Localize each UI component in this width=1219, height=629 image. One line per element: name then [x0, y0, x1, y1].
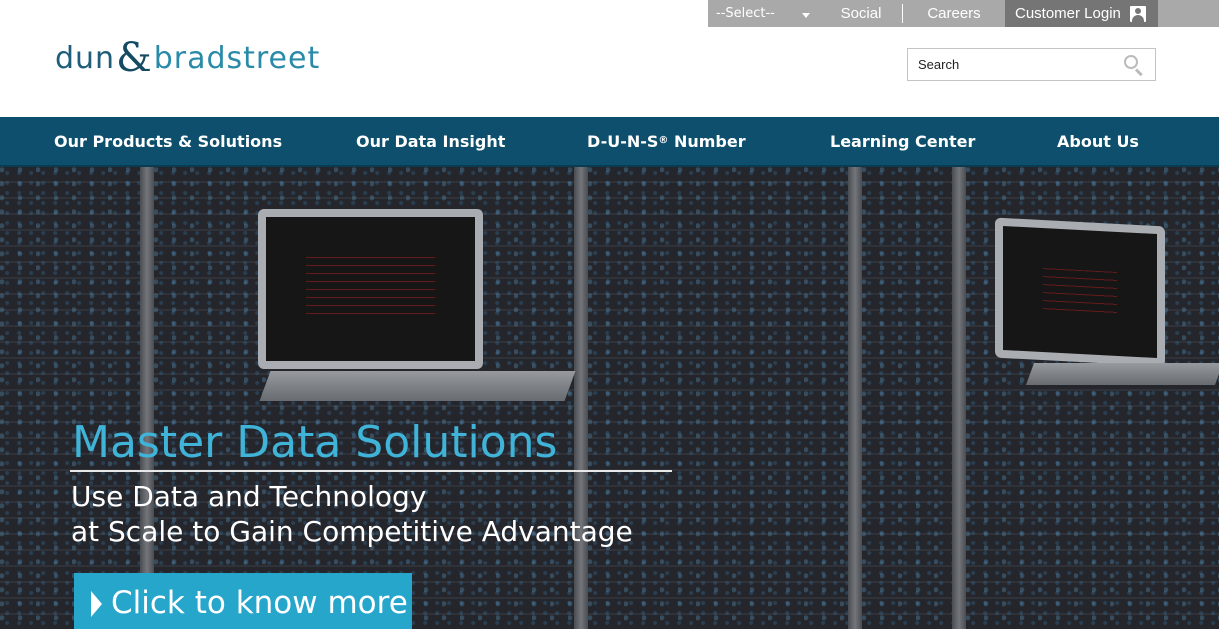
customer-login-label: Customer Login [1015, 5, 1121, 22]
logo-text-bradstreet: bradstreet [153, 40, 321, 76]
nav-item-label: D-U-N-S [587, 131, 659, 151]
dnb-logo[interactable]: dun & bradstreet [55, 38, 320, 78]
search-input[interactable] [908, 49, 1123, 80]
chevron-down-icon [802, 12, 810, 18]
nav-item-label: About Us [1057, 131, 1139, 151]
play-arrow-icon [91, 590, 102, 617]
nav-item-learning-center[interactable]: Learning Center [830, 117, 975, 165]
user-icon [1129, 5, 1146, 22]
nav-item-duns-number[interactable]: D-U-N-S ® Number [587, 117, 746, 165]
nav-item-label: Our Data Insight [356, 131, 506, 151]
search-box [907, 48, 1156, 81]
customer-login-button[interactable]: Customer Login [1005, 0, 1158, 27]
logo-text-dun: dun [55, 40, 116, 76]
nav-item-about-us[interactable]: About Us [1057, 117, 1139, 165]
hero-overlay [0, 167, 1219, 629]
site-selector-value: --Select-- [716, 6, 775, 21]
logo-ampersand: & [116, 35, 153, 81]
careers-link[interactable]: Careers [903, 0, 1005, 27]
hero-banner: Master Data Solutions Use Data and Techn… [0, 167, 1219, 629]
social-link[interactable]: Social [820, 0, 902, 27]
hero-subtitle-line-1: Use Data and Technology [71, 480, 427, 513]
nav-item-label: Learning Center [830, 131, 976, 151]
nav-item-label: Our Products & Solutions [54, 131, 283, 151]
hero-subtitle: Use Data and Technology at Scale to Gain… [71, 479, 633, 549]
hero-divider [70, 470, 672, 472]
nav-item-data-insight[interactable]: Our Data Insight [356, 117, 505, 165]
hero-title: Master Data Solutions [72, 417, 558, 468]
click-to-know-more-button[interactable]: Click to know more [74, 573, 412, 629]
hero-subtitle-line-2: at Scale to Gain Competitive Advantage [71, 515, 633, 548]
utility-bar-spacer [1158, 0, 1219, 27]
site-selector-dropdown[interactable]: --Select-- [708, 0, 820, 27]
cta-label: Click to know more [111, 585, 408, 621]
search-icon[interactable] [1123, 54, 1145, 76]
main-nav: Our Products & Solutions Our Data Insigh… [0, 117, 1219, 167]
utility-bar: --Select-- Social Careers Customer Login [708, 0, 1219, 27]
nav-item-products-solutions[interactable]: Our Products & Solutions [54, 117, 282, 165]
nav-item-label-suffix: Number [668, 131, 746, 151]
